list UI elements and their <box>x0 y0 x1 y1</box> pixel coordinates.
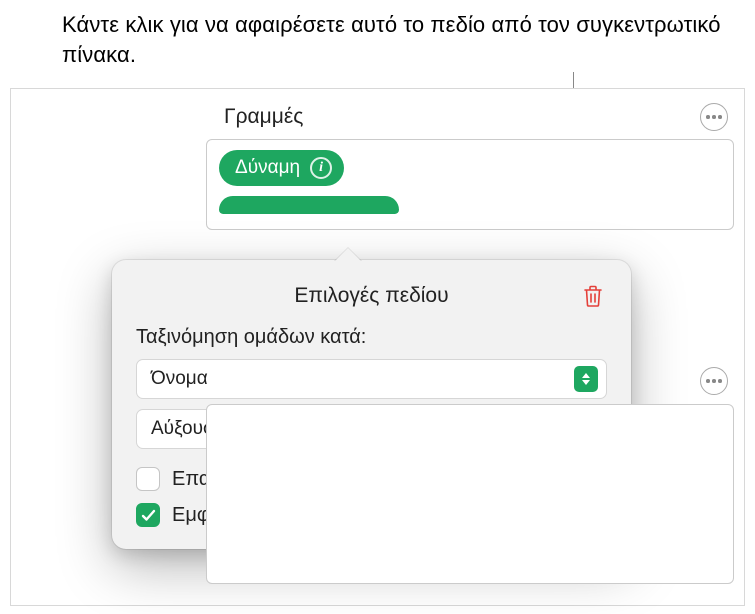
sort-by-value: Όνομα <box>151 368 208 390</box>
popover-header: Επιλογές πεδίου <box>136 284 607 308</box>
trash-icon <box>582 284 604 308</box>
field-chip-strength[interactable]: Δύναμη i <box>219 150 344 186</box>
more-icon <box>706 115 722 119</box>
sort-by-select[interactable]: Όνομα <box>136 359 607 399</box>
checkbox-box <box>136 503 160 527</box>
info-icon[interactable]: i <box>310 157 332 179</box>
callout-text: Κάντε κλικ για να αφαιρέσετε αυτό το πεδ… <box>62 10 735 69</box>
popover-arrow <box>334 248 362 262</box>
sort-groups-label: Ταξινόμηση ομάδων κατά: <box>136 326 607 349</box>
inspector-panel: Γραμμές Δύναμη i Επιλογές πεδίου <box>10 88 745 606</box>
rows-field-well[interactable]: Δύναμη i Επιλογές πεδίου Ταξινόμηση ομάδ… <box>206 139 734 230</box>
delete-field-button[interactable] <box>579 282 607 310</box>
rows-more-button[interactable] <box>700 103 728 131</box>
field-chip-secondary[interactable] <box>219 196 399 214</box>
pivot-options-section: Γραμμές Δύναμη i Επιλογές πεδίου <box>206 99 734 595</box>
check-icon <box>141 509 156 522</box>
field-chip-label: Δύναμη <box>235 157 300 179</box>
section-more-button[interactable] <box>700 367 728 395</box>
select-stepper-icon <box>574 366 598 392</box>
more-icon <box>706 379 722 383</box>
checkbox-box <box>136 467 160 491</box>
rows-section-header: Γραμμές <box>206 99 734 139</box>
popover-title: Επιλογές πεδίου <box>294 284 448 308</box>
rows-section-title: Γραμμές <box>224 105 303 129</box>
field-well-secondary[interactable] <box>206 404 734 584</box>
